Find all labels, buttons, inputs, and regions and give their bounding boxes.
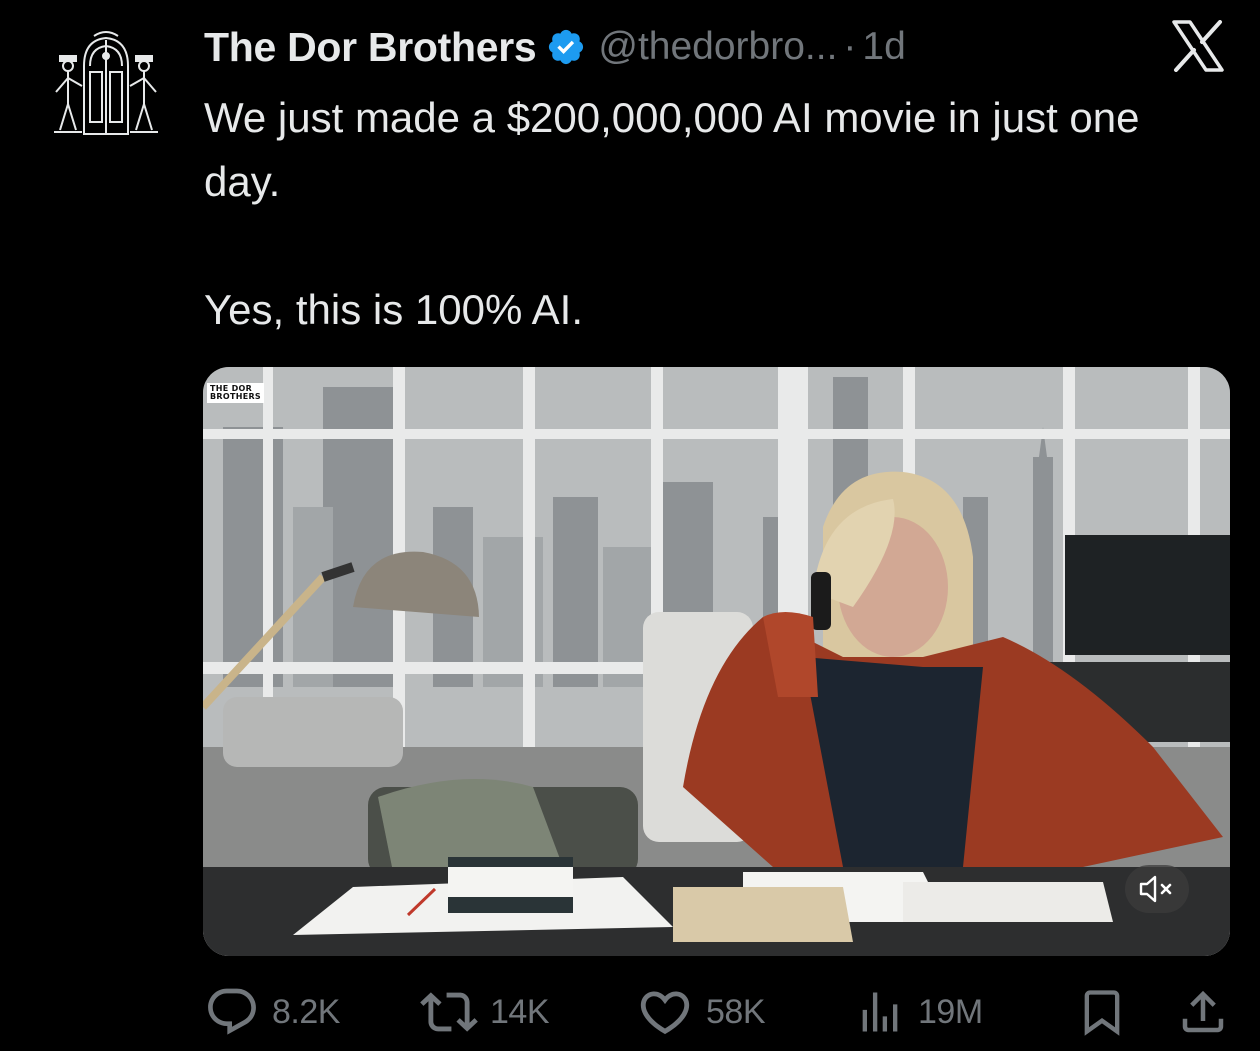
video-frame [203,367,1230,956]
reply-count: 8.2K [272,992,340,1031]
x-logo-icon[interactable] [1170,20,1226,72]
dor-brothers-logo-icon [54,31,158,135]
tweet-text-line-2: Yes, this is 100% AI. [204,286,584,333]
heart-icon [640,991,690,1035]
speaker-muted-icon [1139,875,1172,903]
tweet-text: We just made a $200,000,000 AI movie in … [204,86,1204,342]
separator-dot: · [843,25,857,68]
video-watermark: THE DOR BROTHERS [207,383,264,403]
tweet-video[interactable]: THE DOR BROTHERS [203,367,1230,956]
reply-icon [208,988,256,1035]
bookmark-button[interactable] [1076,982,1128,1042]
author-display-name[interactable]: The Dor Brothers [204,24,537,71]
repost-icon [420,992,478,1032]
tweet-header: The Dor Brothers @thedorbro... · 1d [204,18,906,76]
avatar[interactable] [46,26,166,148]
views-icon [862,992,898,1032]
tweet-timestamp[interactable]: 1d [862,25,905,69]
share-button[interactable] [1176,982,1230,1042]
views-button[interactable]: 19M [854,982,983,1042]
like-count: 58K [706,992,766,1031]
tweet-action-bar: 8.2K 14K 58K 19M [204,982,1229,1042]
repost-button[interactable]: 14K [420,982,550,1042]
author-handle[interactable]: @thedorbro... [598,25,837,69]
like-button[interactable]: 58K [636,982,766,1042]
verified-badge-icon[interactable] [546,27,586,67]
views-count: 19M [918,992,983,1031]
bookmark-icon [1084,990,1120,1036]
reply-button[interactable]: 8.2K [204,982,340,1042]
mute-toggle-button[interactable] [1125,865,1189,913]
share-icon [1182,990,1224,1033]
tweet-text-line-1: We just made a $200,000,000 AI movie in … [204,94,1140,205]
repost-count: 14K [490,992,550,1031]
